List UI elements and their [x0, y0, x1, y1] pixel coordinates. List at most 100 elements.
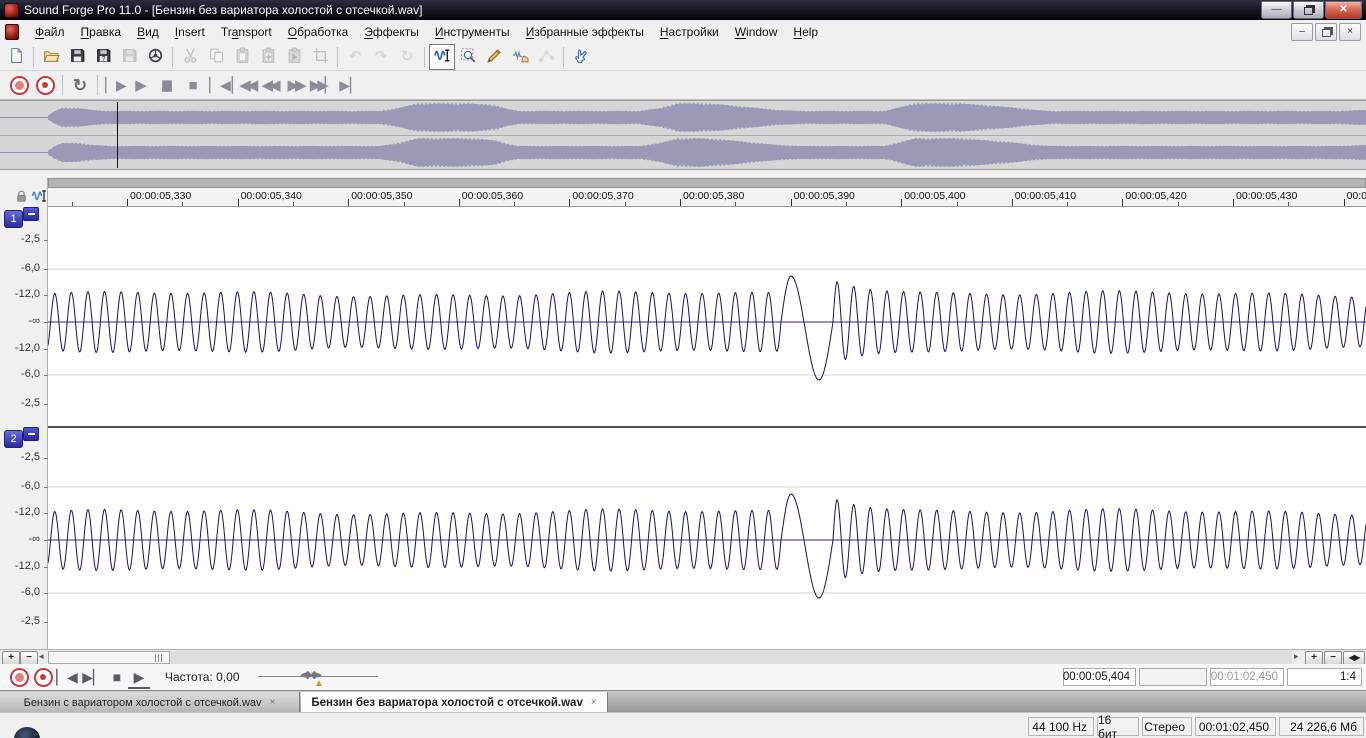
menu-tools[interactable]: Инструменты	[427, 22, 518, 42]
menu-edit[interactable]: Правка	[73, 22, 130, 42]
playbar-play-from-position-button[interactable]: ▶	[128, 667, 150, 689]
trim-button[interactable]	[307, 44, 333, 70]
close-button[interactable]: ✕	[1325, 1, 1362, 19]
go-to-start-button[interactable]: ▏◀	[206, 73, 232, 97]
mdi-window-buttons: – ×	[1291, 23, 1361, 41]
open-folder-button[interactable]	[38, 44, 64, 70]
menu-process[interactable]: Обработка	[280, 22, 357, 42]
tab-label: Бензин с вариатором холостой с отсечкой.…	[24, 697, 262, 709]
zoom-in-button[interactable]: −	[1324, 651, 1342, 665]
zoom-out-time-button[interactable]: +	[2, 651, 20, 665]
event-tool-button[interactable]	[507, 44, 533, 70]
tab-close-icon[interactable]: ×	[270, 697, 276, 708]
menu-options[interactable]: Настройки	[652, 22, 727, 42]
loop-playback-button[interactable]: ↻	[67, 73, 93, 97]
channel-1-badge[interactable]: 1	[4, 210, 23, 228]
paste-special-icon	[260, 47, 277, 67]
time-ruler[interactable]: 00:00:05,33000:00:05,34000:00:05,35000:0…	[48, 188, 1366, 207]
overview-cursor[interactable]	[117, 102, 118, 168]
new-document-button[interactable]	[3, 44, 29, 70]
pencil-tool-button[interactable]	[481, 44, 507, 70]
scroll-left-arrow[interactable]: ◂	[39, 651, 44, 662]
playbar-go-to-start-button[interactable]: ▏◀	[56, 667, 78, 687]
save-as-button[interactable]: ?	[90, 44, 116, 70]
save-all-button[interactable]	[116, 44, 142, 70]
help-hand-button[interactable]	[568, 44, 594, 70]
paste-special-button[interactable]	[255, 44, 281, 70]
document-tab-1[interactable]: Бензин с вариатором холостой с отсечкой.…	[0, 692, 300, 713]
envelope-tool-icon	[538, 47, 555, 67]
waveform-area[interactable]	[48, 207, 1366, 649]
magnify-tool-button[interactable]	[455, 44, 481, 70]
rewind-button[interactable]: ◀◀	[258, 73, 284, 97]
ruler-tick	[459, 199, 460, 206]
edit-tool-button[interactable]	[429, 44, 455, 70]
playbar-go-to-end-button[interactable]: ▶▏	[82, 667, 104, 687]
menu-file[interactable]: Файл	[27, 22, 73, 42]
record-arm-button[interactable]	[32, 73, 58, 97]
channel-2-badge[interactable]: 2	[4, 430, 23, 448]
record-button[interactable]	[6, 73, 32, 97]
go-to-end-button[interactable]: ▶▏	[336, 73, 362, 97]
rewind-to-start-button[interactable]: ▏◀◀	[232, 73, 258, 97]
channel-1-minimize-button[interactable]	[23, 207, 39, 221]
paste-play-button[interactable]	[281, 44, 307, 70]
stop-button[interactable]: ■	[180, 73, 206, 97]
menu-help[interactable]: Help	[785, 22, 826, 42]
restore-button[interactable]	[1293, 1, 1324, 19]
spacer-band	[0, 170, 1366, 178]
db-label-ch2: -12,0	[0, 560, 40, 572]
selection-display[interactable]	[1139, 668, 1207, 686]
ruler-minor-tick	[957, 202, 958, 206]
cut-button[interactable]	[177, 44, 203, 70]
mdi-restore-button[interactable]	[1315, 23, 1337, 41]
zoom-out-button[interactable]: +	[1305, 651, 1323, 665]
menu-window[interactable]: Window	[727, 22, 786, 42]
playbar-stop-button[interactable]: ■	[106, 667, 128, 687]
playbar-record-arm-button[interactable]	[32, 667, 54, 687]
horizontal-scrollbar[interactable]	[48, 651, 1292, 664]
pause-button[interactable]: ▮▮	[154, 73, 180, 97]
menu-transport[interactable]: Transport	[213, 22, 280, 42]
save-button[interactable]	[64, 44, 90, 70]
scrub-marker-icon[interactable]: ▲	[314, 678, 324, 689]
copy-button[interactable]	[203, 44, 229, 70]
forward-to-end-button[interactable]: ▶▶▏	[310, 73, 336, 97]
redo-button[interactable]: ↷	[368, 44, 394, 70]
ruler-minor-tick	[514, 202, 515, 206]
menu-view[interactable]: Вид	[129, 22, 167, 42]
play-all-icon: ▏▶	[105, 78, 127, 92]
menu-favorite-effects[interactable]: Избранные эффекты	[518, 22, 652, 42]
undo-button[interactable]: ↶	[342, 44, 368, 70]
document-tab-2[interactable]: Бензин без вариатора холостой с отсечкой…	[301, 692, 608, 713]
zoom-fit-button[interactable]: ◀▶	[1343, 651, 1365, 665]
overview-bar[interactable]	[0, 100, 1366, 170]
envelope-tool-button[interactable]	[533, 44, 559, 70]
mdi-minimize-button[interactable]: –	[1291, 23, 1313, 41]
play-all-button[interactable]: ▏▶	[102, 73, 128, 97]
save-as-icon: ?	[95, 47, 112, 67]
ruler-tick-label: 00:00:05,420	[1125, 190, 1186, 202]
mdi-close-button[interactable]: ×	[1339, 23, 1361, 41]
toolbar-separator	[563, 47, 564, 67]
zoom-ratio-display[interactable]: 1:4	[1287, 668, 1362, 686]
scroll-right-arrow[interactable]: ▸	[1294, 651, 1299, 662]
repeat-button[interactable]: ↻	[394, 44, 420, 70]
zoom-in-time-button[interactable]: −	[20, 651, 38, 665]
forward-button[interactable]: ▶▶	[284, 73, 310, 97]
tab-close-icon[interactable]: ×	[591, 697, 597, 708]
menu-insert[interactable]: Insert	[167, 22, 213, 42]
paste-play-icon	[286, 47, 303, 67]
menu-effects[interactable]: Эффекты	[356, 22, 427, 42]
length-display[interactable]: 00:01:02,450	[1210, 668, 1284, 686]
playbar-record-button[interactable]	[8, 667, 30, 687]
cursor-position-display[interactable]: 00:00:05,404	[1063, 668, 1136, 686]
channel-2-minimize-button[interactable]	[23, 427, 39, 441]
paste-button[interactable]	[229, 44, 255, 70]
render-as-button[interactable]	[142, 44, 168, 70]
play-button[interactable]: ▶	[128, 73, 154, 97]
scrollbar-thumb[interactable]	[48, 651, 170, 664]
position-indicator-bar[interactable]	[48, 178, 1366, 188]
edit-tool-mode-icon[interactable]	[31, 188, 48, 204]
minimize-button[interactable]: —	[1261, 1, 1292, 19]
